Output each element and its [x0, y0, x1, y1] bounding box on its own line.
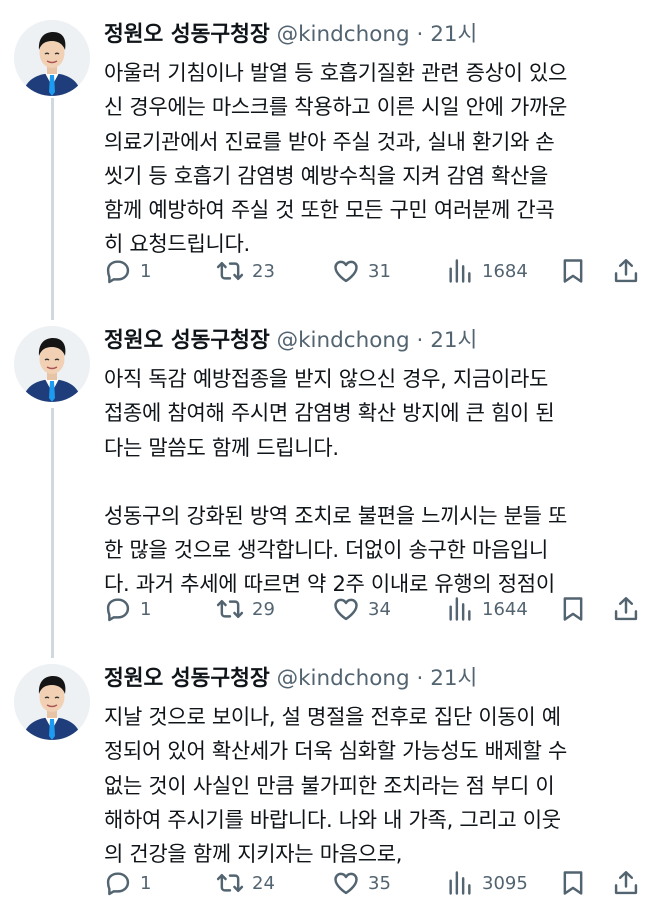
views-button[interactable]: 3095 [446, 866, 528, 900]
tweet-text: 아직 독감 예방접종을 받지 않으신 경우, 지금이라도 접종에 참여해 주시면… [104, 362, 644, 602]
retweet-icon [216, 257, 244, 285]
retweet-icon [216, 869, 244, 897]
reply-button[interactable]: 1 [104, 592, 151, 626]
views-icon [446, 257, 474, 285]
reply-button[interactable]: 1 [104, 254, 151, 288]
reply-count: 1 [140, 872, 152, 894]
retweet-count: 29 [252, 598, 275, 620]
reply-button[interactable]: 1 [104, 866, 151, 900]
tweet-text: 아울러 기침이나 발열 등 호흡기질환 관련 증상이 있으 신 경우에는 마스크… [104, 56, 644, 262]
retweet-count: 24 [252, 872, 275, 894]
author-name[interactable]: 정원오 성동구청장 [104, 666, 270, 691]
tweet-text-line: 함께 예방하여 주실 것 또한 모든 구민 여러분께 간곡 [104, 198, 555, 223]
like-button[interactable]: 31 [332, 254, 391, 288]
tweet-text-line: 없는 것이 사실인 만큼 불가피한 조치라는 점 부디 이 [104, 773, 555, 798]
share-button[interactable] [612, 254, 640, 288]
tweet-actions: 1 24 35 3095 [104, 866, 644, 900]
bookmark-icon [559, 595, 587, 623]
tweet-text-line: 다는 말씀도 함께 드립니다. [104, 435, 339, 460]
avatar-image [14, 326, 90, 402]
tweet-text-line: 씻기 등 호흡기 감염병 예방수칙을 지켜 감염 확산을 [104, 163, 549, 188]
share-icon [612, 595, 640, 623]
like-count: 31 [368, 260, 391, 282]
reply-count: 1 [140, 598, 152, 620]
like-count: 35 [368, 872, 391, 894]
reply-count: 1 [140, 260, 152, 282]
retweet-button[interactable]: 24 [216, 866, 275, 900]
avatar[interactable] [14, 326, 90, 402]
tweet-actions: 1 23 31 1684 [104, 254, 644, 288]
retweet-icon [216, 595, 244, 623]
like-button[interactable]: 35 [332, 866, 391, 900]
tweet-time[interactable]: 21시 [430, 328, 477, 353]
tweet-text-line: 신 경우에는 마스크를 착용하고 이른 시일 안에 가까운 [104, 95, 568, 120]
avatar[interactable] [14, 20, 90, 96]
avatar-image [14, 20, 90, 96]
tweet-header: 정원오 성동구청장 @kindchong · 21시 [104, 326, 477, 356]
like-count: 34 [368, 598, 391, 620]
meta-separator: · [416, 328, 424, 353]
share-icon [612, 869, 640, 897]
reply-icon [104, 257, 132, 285]
meta-separator: · [416, 22, 424, 47]
tweet[interactable]: 정원오 성동구청장 @kindchong · 21시 아직 독감 예방접종을 받… [0, 322, 658, 622]
tweet-text-line: 아직 독감 예방접종을 받지 않으신 경우, 지금이라도 [104, 367, 549, 391]
author-handle[interactable]: @kindchong [277, 328, 410, 353]
tweet-text: 지날 것으로 보이나, 설 명절을 전후로 집단 이동이 예 정되어 있어 확산… [104, 700, 644, 871]
tweet-text-line: 해하여 주시기를 바랍니다. 나와 내 가족, 그리고 이웃 [104, 807, 561, 832]
tweet-text-line: 아울러 기침이나 발열 등 호흡기질환 관련 증상이 있으 [104, 61, 568, 85]
views-icon [446, 595, 474, 623]
author-name[interactable]: 정원오 성동구청장 [104, 328, 270, 353]
views-button[interactable]: 1644 [446, 592, 528, 626]
like-icon [332, 257, 360, 285]
tweet-time[interactable]: 21시 [430, 22, 477, 47]
tweet-text-line: 한 많을 것으로 생각합니다. 더없이 송구한 마음입니 [104, 538, 549, 563]
avatar[interactable] [14, 664, 90, 740]
author-handle[interactable]: @kindchong [277, 22, 410, 47]
retweet-button[interactable]: 29 [216, 592, 275, 626]
avatar-image [14, 664, 90, 740]
tweet-header: 정원오 성동구청장 @kindchong · 21시 [104, 20, 477, 50]
retweet-button[interactable]: 23 [216, 254, 275, 288]
like-button[interactable]: 34 [332, 592, 391, 626]
tweet-actions: 1 29 34 1644 [104, 592, 644, 626]
views-icon [446, 869, 474, 897]
tweet[interactable]: 정원오 성동구청장 @kindchong · 21시 지날 것으로 보이나, 설… [0, 660, 658, 910]
bookmark-button[interactable] [559, 254, 587, 288]
tweet-text-line: 정되어 있어 확산세가 더욱 심화할 가능성도 배제할 수 [104, 739, 568, 764]
share-icon [612, 257, 640, 285]
views-count: 1684 [482, 260, 528, 282]
bookmark-icon [559, 869, 587, 897]
tweet-header: 정원오 성동구청장 @kindchong · 21시 [104, 664, 477, 694]
tweet-time[interactable]: 21시 [430, 666, 477, 691]
views-count: 1644 [482, 598, 528, 620]
tweet-text-line: 접종에 참여해 주시면 감염병 확산 방지에 큰 힘이 된 [104, 401, 555, 426]
share-button[interactable] [612, 592, 640, 626]
author-handle[interactable]: @kindchong [277, 666, 410, 691]
tweet[interactable]: 정원오 성동구청장 @kindchong · 21시 아울러 기침이나 발열 등… [0, 16, 658, 296]
author-name[interactable]: 정원오 성동구청장 [104, 22, 270, 47]
like-icon [332, 595, 360, 623]
tweet-text-line: 의료기관에서 진료를 받아 주실 것과, 실내 환기와 손 [104, 129, 555, 154]
share-button[interactable] [612, 866, 640, 900]
bookmark-icon [559, 257, 587, 285]
reply-icon [104, 595, 132, 623]
views-button[interactable]: 1684 [446, 254, 528, 288]
bookmark-button[interactable] [559, 592, 587, 626]
meta-separator: · [416, 666, 424, 691]
reply-icon [104, 869, 132, 897]
tweet-text-line: 성동구의 강화된 방역 조치로 불편을 느끼시는 분들 또 [104, 503, 568, 528]
bookmark-button[interactable] [559, 866, 587, 900]
like-icon [332, 869, 360, 897]
tweet-text-line: 지날 것으로 보이나, 설 명절을 전후로 집단 이동이 예 [104, 705, 561, 729]
retweet-count: 23 [252, 260, 275, 282]
views-count: 3095 [482, 872, 528, 894]
